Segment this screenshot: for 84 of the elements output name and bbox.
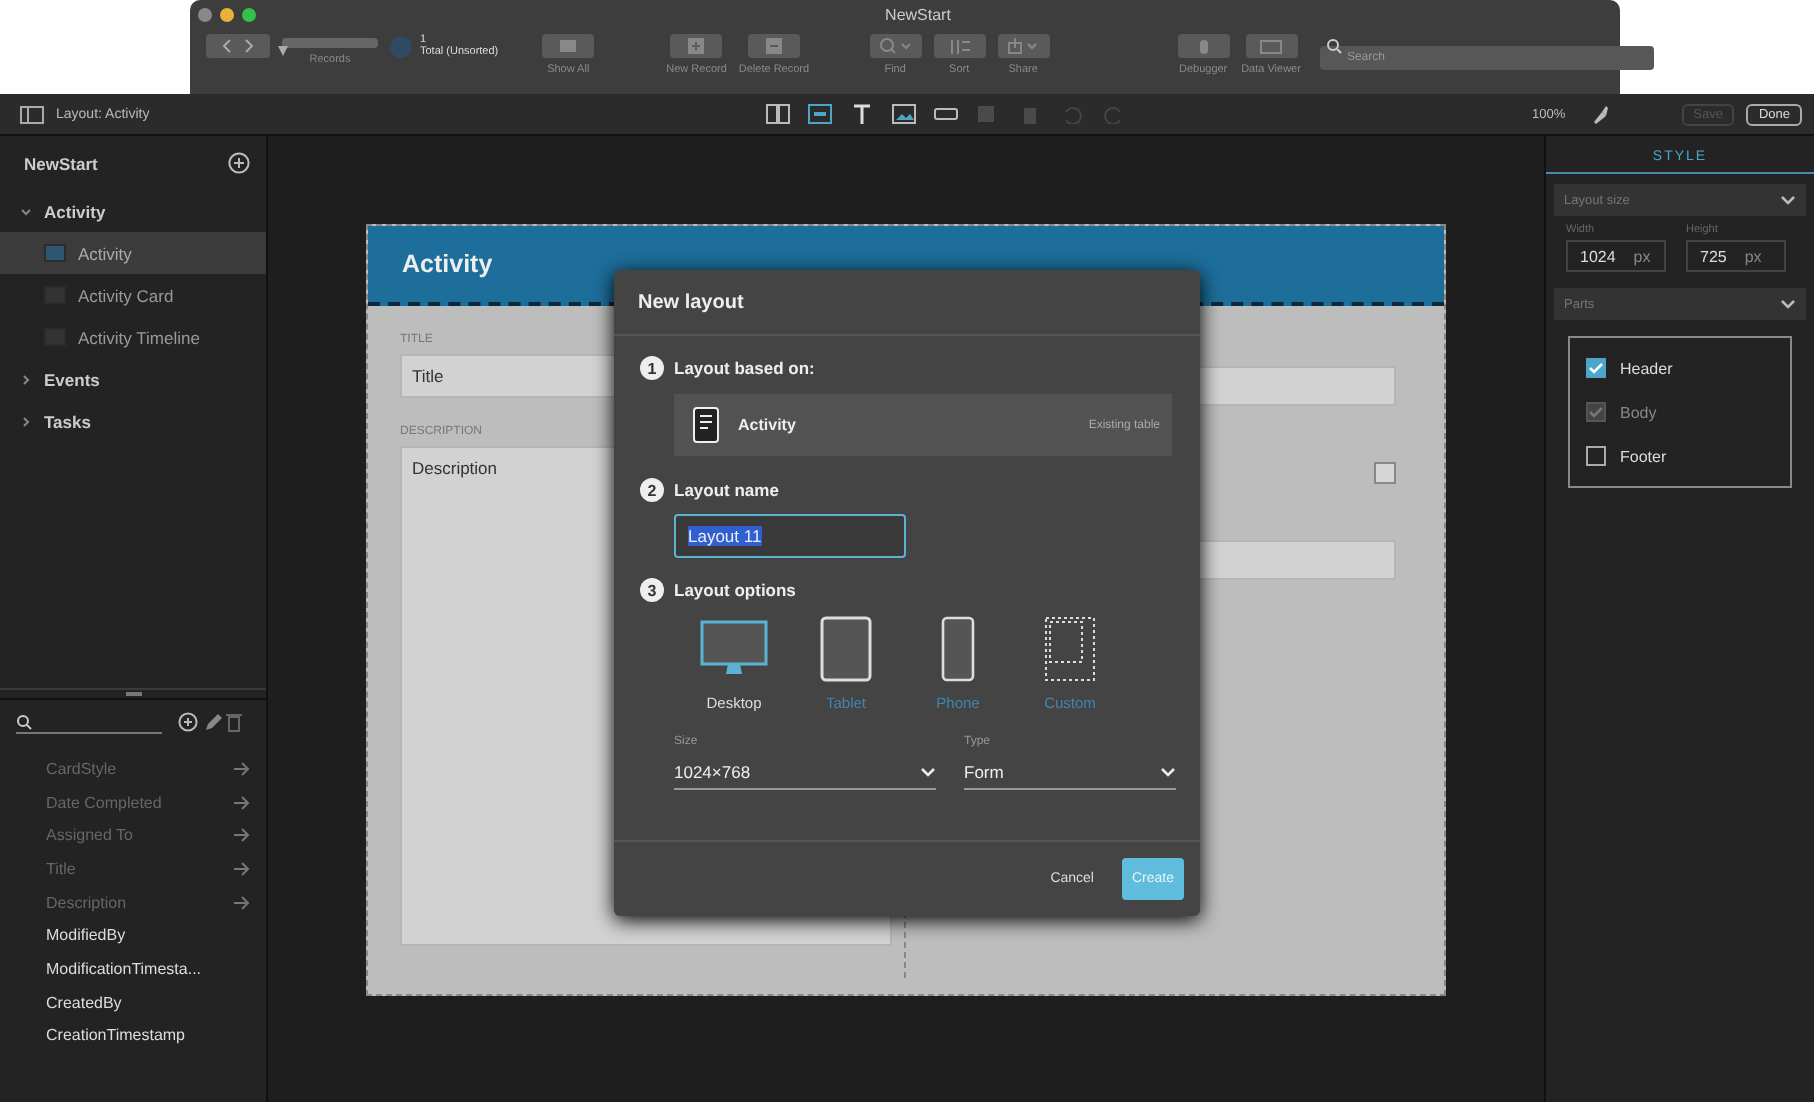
image-tool-icon[interactable]	[892, 104, 916, 124]
brush-icon[interactable]	[1589, 104, 1610, 124]
chevron-down-icon	[920, 765, 936, 777]
columns-icon[interactable]	[766, 104, 790, 124]
field-search[interactable]	[16, 710, 162, 734]
step-label: Layout name	[674, 480, 779, 500]
search-icon	[879, 38, 912, 54]
dotted-frame-icon	[1044, 616, 1096, 682]
size-field[interactable]: 725 px	[1686, 240, 1786, 272]
layout-checkbox[interactable]	[1374, 462, 1396, 484]
sidebar-title: NewStart	[24, 153, 98, 173]
sidebar-toggle-icon[interactable]	[20, 105, 44, 123]
chevron-down-icon	[1160, 765, 1176, 777]
size-field[interactable]: 1024 px	[1566, 240, 1666, 272]
share-icon	[1008, 38, 1039, 54]
document-icon	[692, 406, 720, 444]
step-label: Layout options	[674, 580, 796, 600]
checkbox-label: Body	[1620, 403, 1657, 421]
tree-item[interactable]: Activity	[0, 190, 266, 232]
tablet-icon	[820, 616, 872, 682]
step-number: 1	[640, 356, 664, 380]
close-button[interactable]	[198, 7, 212, 21]
checkbox-label: Header	[1620, 359, 1673, 377]
field-tool-icon[interactable]	[808, 104, 832, 124]
sort-icon	[949, 39, 970, 53]
select-field[interactable]: 1024×768	[674, 754, 936, 790]
arrow-right-icon	[234, 761, 250, 776]
zoom-button[interactable]	[242, 7, 256, 21]
toolbar-button[interactable]	[1245, 34, 1297, 58]
button-tool-icon[interactable]	[934, 104, 958, 124]
toolbar-icon	[688, 38, 705, 54]
splitter-handle[interactable]	[125, 692, 141, 696]
name-field[interactable]: Layout 11	[674, 514, 906, 558]
layout-item[interactable]: Activity Timeline	[0, 316, 266, 358]
toolbar-icon	[765, 38, 782, 54]
checkbox[interactable]	[1586, 358, 1606, 378]
table-name: Activity	[738, 416, 798, 434]
step-number: 2	[640, 478, 664, 502]
arrow-right-icon	[234, 861, 250, 876]
field-item[interactable]: ModifiedBy	[0, 918, 266, 953]
toolbar-button[interactable]	[869, 34, 922, 58]
layout-icon	[44, 244, 66, 262]
tree-item[interactable]: Events	[0, 358, 266, 400]
arrow-right-icon	[234, 828, 250, 843]
arrow-right-icon	[234, 795, 250, 810]
chevron-right-icon	[20, 415, 32, 427]
field-item[interactable]: CreatedBy	[0, 985, 266, 1019]
layout-item[interactable]: Activity Card	[0, 274, 266, 316]
dialog-title: New layout	[614, 270, 1200, 336]
toolbar-button[interactable]	[1177, 34, 1230, 58]
chevron-down-icon	[1780, 298, 1796, 310]
chevron-right-icon	[20, 373, 32, 385]
chevron-down-icon	[20, 205, 32, 217]
step-number: 3	[640, 578, 664, 602]
layout-item[interactable]: Activity	[0, 232, 266, 274]
checkbox[interactable]	[1586, 446, 1606, 466]
text-tool-icon[interactable]	[850, 104, 874, 124]
add-icon[interactable]	[228, 152, 250, 174]
header-title: Activity	[402, 250, 493, 278]
phone-icon	[940, 616, 976, 682]
toolbar-button[interactable]	[542, 34, 595, 58]
search-icon	[16, 713, 32, 729]
add-icon[interactable]	[178, 712, 198, 732]
window-icon	[1260, 39, 1282, 53]
window-title: NewStart	[883, 5, 953, 23]
toolbar-icon	[1199, 39, 1208, 53]
toolbar-button[interactable]	[997, 34, 1050, 58]
select-field[interactable]: Form	[964, 754, 1176, 790]
toolbar-button[interactable]	[747, 34, 800, 58]
tree-item[interactable]: Tasks	[0, 400, 266, 442]
minimize-button[interactable]	[220, 7, 234, 21]
checkbox-label: Footer	[1620, 447, 1667, 465]
record-pie-icon	[390, 35, 412, 57]
back-forward-icon[interactable]	[206, 34, 270, 58]
arrow-right-icon	[234, 895, 250, 910]
toolbar-button[interactable]	[933, 34, 986, 58]
toolbar-icon	[560, 40, 577, 52]
toolbar-button[interactable]	[670, 34, 723, 58]
step-label: Layout based on:	[674, 358, 815, 378]
slider-thumb[interactable]	[278, 46, 288, 56]
chevron-down-icon	[1780, 194, 1796, 206]
pencil-icon[interactable]	[202, 712, 222, 732]
field-item[interactable]: CreationTimestamp	[0, 1019, 266, 1053]
field-item[interactable]: ModificationTimesta...	[0, 952, 266, 986]
